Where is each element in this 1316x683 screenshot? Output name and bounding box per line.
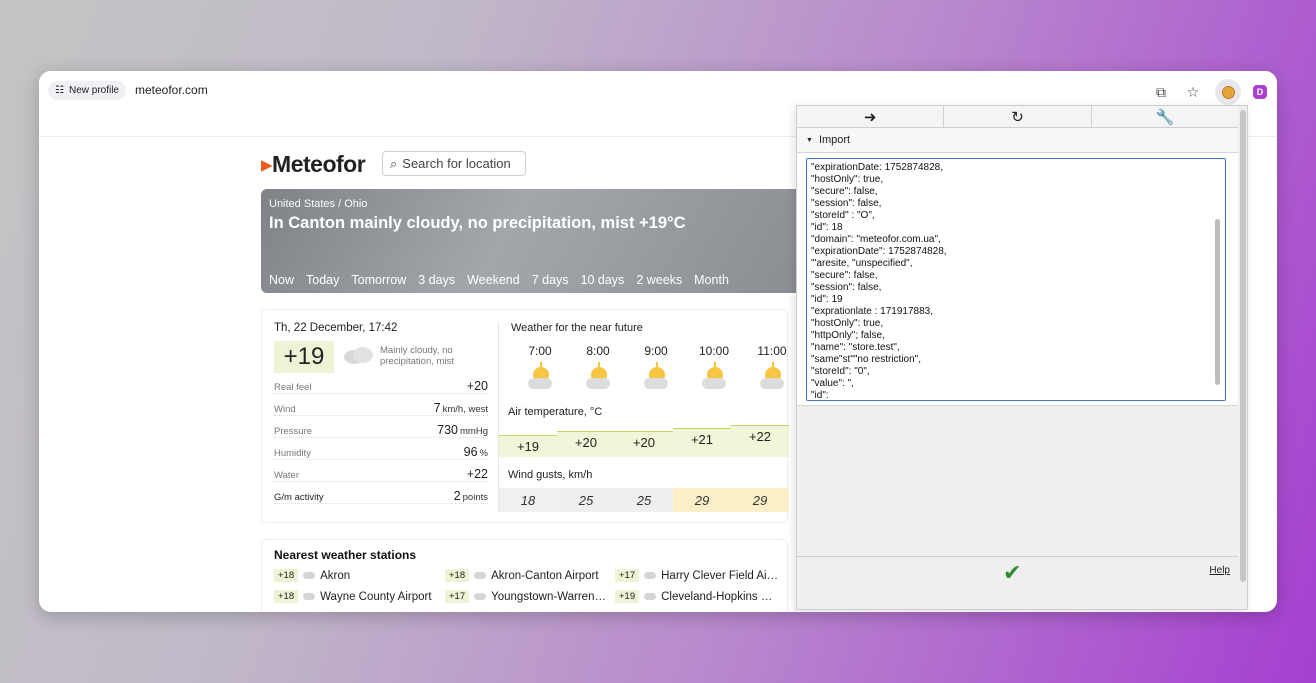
triangle-down-icon: ▼ — [806, 136, 813, 144]
tab-3-days[interactable]: 3 days — [418, 273, 455, 287]
wrench-icon[interactable]: 🔧 — [1092, 106, 1238, 127]
cloud-icon — [303, 593, 316, 600]
temp-cell: +20 — [615, 431, 673, 457]
sun-cloud-icon — [525, 362, 555, 391]
reset-icon[interactable]: ↻ — [944, 106, 1092, 127]
import-textarea[interactable]: "expirationDate: 1752874828, "hostOnly":… — [806, 158, 1226, 401]
import-section-header[interactable]: ▼ Import — [797, 128, 1238, 153]
cloud-icon — [474, 593, 487, 600]
bookmark-star-icon[interactable]: ☆ — [1183, 82, 1203, 102]
station-item[interactable]: +17 Harry Clever Field Ai… — [615, 569, 778, 582]
param-humidity: Humidity 96 % — [274, 440, 488, 460]
current-datetime: Th, 22 December, 17:42 — [274, 322, 398, 334]
gust-cell: 29 — [731, 488, 789, 512]
cloud-icon — [474, 572, 487, 579]
extension-toolbar: ➜ ↻ 🔧 — [797, 106, 1238, 128]
station-item[interactable]: +18 Akron-Canton Airport — [445, 569, 599, 582]
cookie-extension-icon[interactable] — [1215, 79, 1241, 105]
import-area: "expirationDate: 1752874828, "hostOnly":… — [797, 153, 1238, 406]
temp-cell: +19 — [499, 435, 557, 457]
nearest-stations: Nearest weather stations +18 Akron +18 Akr… — [261, 539, 788, 612]
cloud-icon — [344, 347, 373, 364]
d-extension-icon[interactable]: D — [1253, 85, 1267, 99]
current-temperature: +19 — [274, 341, 334, 373]
sun-cloud-icon — [583, 362, 613, 391]
param-gm-activity: G/m activity 2 points — [274, 484, 488, 504]
wind-gust-strip: 18 25 25 29 29 — [499, 488, 789, 512]
breadcrumb[interactable]: United States / Ohio — [269, 198, 367, 210]
current-description: Mainly cloudy, no precipitation, mist — [380, 345, 454, 367]
wind-gusts-label: Wind gusts, km/h — [508, 469, 593, 481]
tab-2-weeks[interactable]: 2 weeks — [636, 273, 682, 287]
panel-scrollbar[interactable] — [1240, 110, 1246, 582]
sun-cloud-icon — [757, 362, 787, 391]
profile-chip[interactable]: ☷ New profile — [48, 81, 126, 100]
browser-toolbar: ☷ New profile meteofor.com ⧉ ☆ D — [39, 71, 1277, 109]
card-divider — [498, 322, 499, 512]
hour-col: 11:00 — [743, 344, 801, 391]
location-search-input[interactable]: ⌕ Search for location — [382, 151, 526, 176]
textarea-scrollbar[interactable] — [1215, 219, 1220, 385]
browser-window: ☷ New profile meteofor.com ⧉ ☆ D ▸Meteof… — [39, 71, 1277, 612]
site-logo[interactable]: ▸Meteofor — [261, 151, 366, 178]
sun-cloud-icon — [699, 362, 729, 391]
cookie-editor-panel: ➜ ↻ 🔧 ▼ Import "expirationDate: 17528748… — [796, 105, 1248, 610]
toolbar-icons: ⧉ ☆ D — [1151, 79, 1267, 105]
weather-hero: United States / Ohio In Canton mainly cl… — [261, 189, 801, 293]
tab-weekend[interactable]: Weekend — [467, 273, 520, 287]
hour-col: 8:00 — [569, 344, 627, 391]
tab-today[interactable]: Today — [306, 273, 339, 287]
station-item[interactable]: +17 Youngstown-Warren… — [445, 590, 606, 603]
hour-col: 9:00 — [627, 344, 685, 391]
station-item[interactable]: +18 Wayne County Airport — [274, 590, 432, 603]
tab-month[interactable]: Month — [694, 273, 729, 287]
hour-columns: 7:00 8:00 9:00 10:00 11:00 — [511, 344, 801, 391]
gust-cell: 25 — [615, 488, 673, 512]
search-placeholder: Search for location — [402, 156, 511, 171]
tab-10-days[interactable]: 10 days — [581, 273, 625, 287]
temp-cell: +21 — [673, 428, 731, 457]
profile-label: New profile — [68, 85, 119, 96]
station-item[interactable]: +19 Cleveland-Hopkins … — [615, 590, 772, 603]
tab-tomorrow[interactable]: Tomorrow — [351, 273, 406, 287]
air-temperature-label: Air temperature, °C — [508, 406, 603, 418]
param-real-feel: Real feel +20 — [274, 374, 488, 394]
forecast-tabs: Now Today Tomorrow 3 days Weekend 7 days… — [269, 273, 729, 287]
temp-cell: +20 — [557, 431, 615, 457]
cloud-icon — [303, 572, 316, 579]
import-label: Import — [818, 134, 851, 146]
help-link[interactable]: Help — [1209, 565, 1230, 576]
confirm-check-icon[interactable]: ✔ — [1003, 560, 1021, 586]
tab-now[interactable]: Now — [269, 273, 294, 287]
address-bar[interactable]: meteofor.com — [135, 83, 208, 97]
page-title: In Canton mainly cloudy, no precipitatio… — [269, 214, 686, 232]
search-icon: ⌕ — [390, 155, 398, 171]
gust-cell: 18 — [499, 488, 557, 512]
hour-col: 10:00 — [685, 344, 743, 391]
profile-icon: ☷ — [55, 85, 64, 96]
near-future-title: Weather for the near future — [511, 322, 643, 334]
station-item[interactable]: +18 Akron — [274, 569, 350, 582]
sun-cloud-icon — [641, 362, 671, 391]
param-wind: Wind 7 km/h, west — [274, 396, 488, 416]
param-water: Water +22 — [274, 462, 488, 482]
gust-cell: 29 — [673, 488, 731, 512]
gust-cell: 25 — [557, 488, 615, 512]
cloud-icon — [644, 572, 657, 579]
hour-col: 7:00 — [511, 344, 569, 391]
current-weather-card: Th, 22 December, 17:42 +19 Mainly cloudy… — [261, 309, 789, 523]
install-app-icon[interactable]: ⧉ — [1151, 82, 1171, 102]
temperature-strip: +19 +20 +20 +21 +22 — [499, 425, 789, 457]
back-arrow-icon[interactable]: ➜ — [797, 106, 945, 127]
param-pressure: Pressure 730 mmHg — [274, 418, 488, 438]
cloud-icon — [644, 593, 657, 600]
temp-cell: +22 — [731, 425, 789, 457]
stations-title: Nearest weather stations — [274, 548, 417, 562]
tab-7-days[interactable]: 7 days — [532, 273, 569, 287]
extension-footer: ✔ Help — [797, 556, 1238, 586]
